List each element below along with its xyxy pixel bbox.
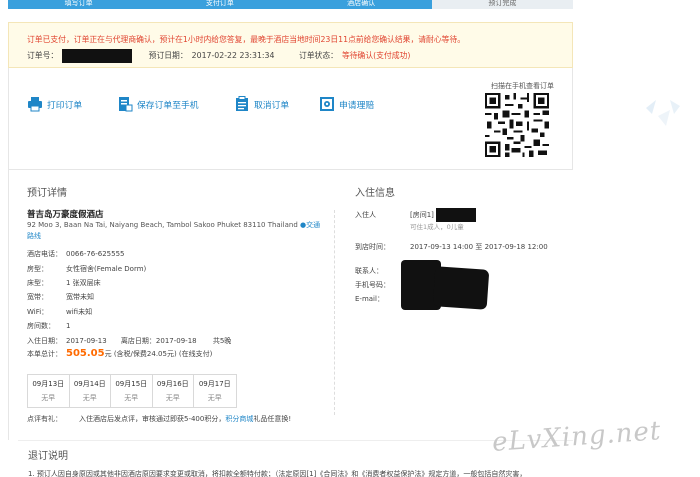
progress-steps: 填写订单 支付订单 酒店确认 预订完成 xyxy=(8,0,573,9)
guest-row: 入住人 [房间1] xyxy=(355,208,477,222)
qr-code-icon xyxy=(485,93,549,157)
step-booking-complete: 预订完成 xyxy=(431,0,573,9)
cancel-order-button[interactable]: 取消订单 xyxy=(234,96,289,112)
print-order-button[interactable]: 打印订单 xyxy=(27,96,82,112)
save-document-icon xyxy=(119,97,133,112)
points-mall-link[interactable]: 积分商城 xyxy=(225,415,253,423)
guest-name-redacted xyxy=(436,208,477,222)
order-number-label: 订单号： xyxy=(27,51,59,60)
calendar-day: 09月17日 无早 xyxy=(198,380,231,402)
total-price: 505.05 xyxy=(66,348,105,359)
info-row-room-count: 房间数： 1 xyxy=(27,322,71,330)
booking-detail-panel: 预订详情 普吉岛万豪度假酒店 92 Moo 3, Baan Na Tai, Na… xyxy=(8,170,573,440)
qr-caption: 扫描在手机查看订单 xyxy=(491,82,554,90)
calendar-day: 09月13日 无早 xyxy=(28,375,70,407)
nights-count: 共5晚 xyxy=(212,337,232,345)
refund-section-title: 退订说明 xyxy=(28,451,68,462)
section-divider xyxy=(18,440,573,441)
calendar-day: 09月14日 无早 xyxy=(70,375,111,407)
hotel-name: 普吉岛万豪度假酒店 xyxy=(27,210,104,220)
arrival-time: 2017-09-13 14:00 xyxy=(410,243,474,251)
step-pay-order: 支付订单 xyxy=(149,0,291,9)
order-actions-panel: 打印订单 保存订单至手机 取消订单 申请理赔 扫描在手机查看订单 xyxy=(8,68,573,170)
info-row-room-type: 房型： 女性宿舍(Female Dorm) xyxy=(27,265,147,273)
phone-label: 手机号码： xyxy=(355,281,390,289)
departure-time: 2017-09-18 12:00 xyxy=(484,243,548,251)
guest-section-title: 入住信息 xyxy=(355,188,395,199)
hotel-address: 92 Moo 3, Baan Na Tai, Naiyang Beach, Ta… xyxy=(27,221,298,229)
info-row-dates: 入住日期： 2017-09-13 离店日期：2017-09-18 共5晚 xyxy=(27,337,232,345)
daily-meal-calendar: 09月13日 无早 09月14日 无早 09月15日 无早 09月16日 无早 09月1… xyxy=(27,374,237,408)
print-order-label: 打印订单 xyxy=(47,100,83,111)
calendar-day: 09月16日 无早 xyxy=(153,375,194,407)
contact-label: 联系人： xyxy=(355,267,383,275)
info-row-bed-type: 床型： 1 张双层床 xyxy=(27,279,101,287)
order-date-label: 预订日期： xyxy=(148,51,188,60)
info-row-wifi: WiFi： wifi未知 xyxy=(27,308,93,316)
total-price-note: 元 (含税/保费24.05元) (在线支付) xyxy=(104,350,213,358)
save-to-phone-label: 保存订单至手机 xyxy=(137,100,199,111)
email-label: E-mail： xyxy=(355,295,384,303)
order-number-redacted xyxy=(62,49,133,63)
apply-claim-button[interactable]: 申请理赔 xyxy=(319,96,374,112)
order-summary-row: 订单号： 预订日期： 2017-02-22 23:31:34 订单状态： 等待确认(… xyxy=(27,49,414,63)
info-row-broadband: 宽带： 宽带未知 xyxy=(27,293,94,301)
checkout-date: 2017-09-18 xyxy=(155,337,197,345)
info-row-total: 本单总计： 505.05元 (含税/保费24.05元) (在线支付) xyxy=(27,348,213,359)
checkin-date: 2017-09-13 xyxy=(66,337,107,345)
column-divider xyxy=(334,210,335,415)
order-alert: 订单已支付，订单正在与代理商确认，预计在1小时内给您答复，最晚于酒店当地时间23… xyxy=(8,22,573,68)
order-status-value: 等待确认(支付成功) xyxy=(341,51,411,60)
arrival-row: 到店时间： 2017-09-13 14:00 至 2017-09-18 12:00 xyxy=(355,243,548,251)
review-reward-row: 点评有礼： 入住酒店后发点评，审核通过即获5-400积分，积分商城礼品任意换! xyxy=(27,415,292,423)
alert-message: 订单已支付，订单正在与代理商确认，预计在1小时内给您答复，最晚于酒店当地时间23… xyxy=(27,35,466,44)
booking-section-title: 预订详情 xyxy=(27,188,67,199)
order-status-label: 订单状态： xyxy=(298,51,338,60)
info-row-phone: 酒店电话： 0066-76-625555 xyxy=(27,250,125,258)
apply-claim-label: 申请理赔 xyxy=(339,100,375,111)
printer-icon xyxy=(28,97,42,112)
step-fill-order: 填写订单 xyxy=(8,0,150,9)
room-label: [房间1] xyxy=(410,211,434,219)
refund-policy-text: 1. 预订人因自身原因或其他非因酒店原因要求变更或取消，将扣款全额特付款；（法定… xyxy=(28,470,527,477)
safe-box-icon xyxy=(320,97,334,111)
cancel-order-label: 取消订单 xyxy=(254,100,290,111)
calendar-day: 09月15日 无早 xyxy=(111,375,153,407)
room-occupancy-note: 可住1成人，0儿童 xyxy=(410,223,464,231)
order-date-value: 2017-02-22 23:31:34 xyxy=(191,51,275,60)
hotel-address-block: 92 Moo 3, Baan Na Tai, Naiyang Beach, Ta… xyxy=(27,220,327,242)
contact-info-redacted-2 xyxy=(432,266,490,310)
clipboard-icon xyxy=(236,96,248,111)
guest-label: 入住人 xyxy=(355,211,376,219)
decorative-triangles-icon xyxy=(646,100,680,126)
save-to-phone-button[interactable]: 保存订单至手机 xyxy=(117,96,199,112)
step-hotel-confirm: 酒店确认 xyxy=(290,0,432,9)
